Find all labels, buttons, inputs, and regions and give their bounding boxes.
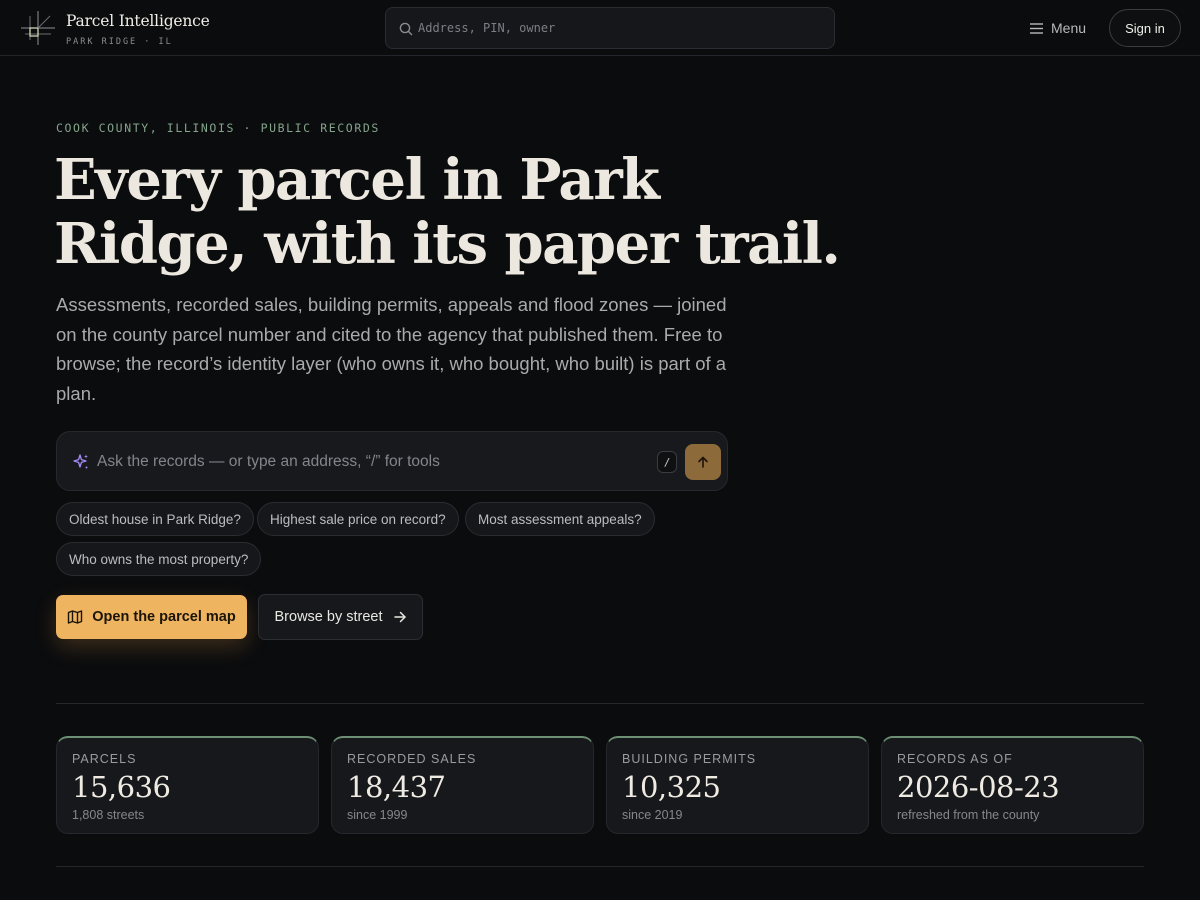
stat-value: 18,437 — [347, 770, 446, 804]
suggestion-chip-appeals[interactable]: Most assessment appeals? — [465, 502, 655, 536]
stat-subtext: 1,808 streets — [72, 808, 145, 822]
stat-label: PARCELS — [72, 752, 137, 766]
open-parcel-map-button[interactable]: Open the parcel map — [56, 595, 247, 639]
open-parcel-map-label: Open the parcel map — [92, 609, 236, 625]
suggestion-chip-oldest-house[interactable]: Oldest house in Park Ridge? — [56, 502, 254, 536]
map-icon — [68, 610, 83, 624]
stat-card-parcels: PARCELS 15,636 1,808 streets — [56, 736, 319, 834]
headline-line-2: Ridge, with its paper trail. — [54, 211, 841, 277]
section-divider-top — [56, 703, 1144, 704]
parcel-logo-icon[interactable] — [20, 10, 56, 46]
ask-submit-button[interactable] — [685, 444, 721, 480]
suggestion-chip-top-owner[interactable]: Who owns the most property? — [56, 542, 262, 576]
section-divider-bottom — [56, 866, 1144, 867]
stat-value: 2026-08-23 — [897, 770, 1060, 804]
brand-location: PARK RIDGE · IL — [66, 37, 173, 47]
hero-description: Assessments, recorded sales, building pe… — [56, 294, 727, 404]
ask-input-placeholder[interactable]: Ask the records — or type an address, “/… — [97, 453, 440, 471]
global-search[interactable] — [385, 7, 835, 49]
stat-label: RECORDED SALES — [347, 752, 477, 766]
browse-by-street-button[interactable]: Browse by street — [258, 594, 423, 640]
stat-label: RECORDS AS OF — [897, 752, 1013, 766]
search-input[interactable] — [418, 8, 818, 48]
slash-shortcut-key: / — [657, 451, 677, 473]
stat-subtext: refreshed from the county — [897, 808, 1040, 822]
brand-name[interactable]: Parcel Intelligence — [66, 12, 210, 30]
hero-eyebrow: COOK COUNTY, ILLINOIS · PUBLIC RECORDS — [56, 121, 380, 135]
menu-label: Menu — [1051, 20, 1087, 36]
menu-button[interactable]: Menu — [1030, 15, 1086, 41]
stat-label: BUILDING PERMITS — [622, 752, 757, 766]
top-navigation-bar: Parcel Intelligence PARK RIDGE · IL Menu… — [0, 0, 1200, 56]
search-icon — [399, 22, 413, 36]
arrow-up-icon — [698, 456, 708, 468]
sign-in-button[interactable]: Sign in — [1109, 9, 1181, 47]
stat-subtext: since 1999 — [347, 808, 408, 822]
sparkle-icon — [73, 454, 88, 469]
suggestion-chip-highest-sale[interactable]: Highest sale price on record? — [257, 502, 459, 536]
browse-by-street-label: Browse by street — [274, 609, 383, 625]
stat-card-recorded-sales: RECORDED SALES 18,437 since 1999 — [331, 736, 594, 834]
stat-subtext: since 2019 — [622, 808, 683, 822]
hero-headline: Every parcel in Park Ridge, with its pap… — [54, 148, 854, 276]
headline-line-1: Every parcel in Park — [54, 147, 660, 213]
ask-records-box[interactable]: Ask the records — or type an address, “/… — [56, 431, 728, 491]
stat-card-building-permits: BUILDING PERMITS 10,325 since 2019 — [606, 736, 869, 834]
stat-value: 15,636 — [72, 770, 171, 804]
hamburger-icon — [1030, 22, 1043, 34]
arrow-right-icon — [393, 611, 406, 623]
stat-value: 10,325 — [622, 770, 721, 804]
stat-card-records-as-of: RECORDS AS OF 2026-08-23 refreshed from … — [881, 736, 1144, 834]
